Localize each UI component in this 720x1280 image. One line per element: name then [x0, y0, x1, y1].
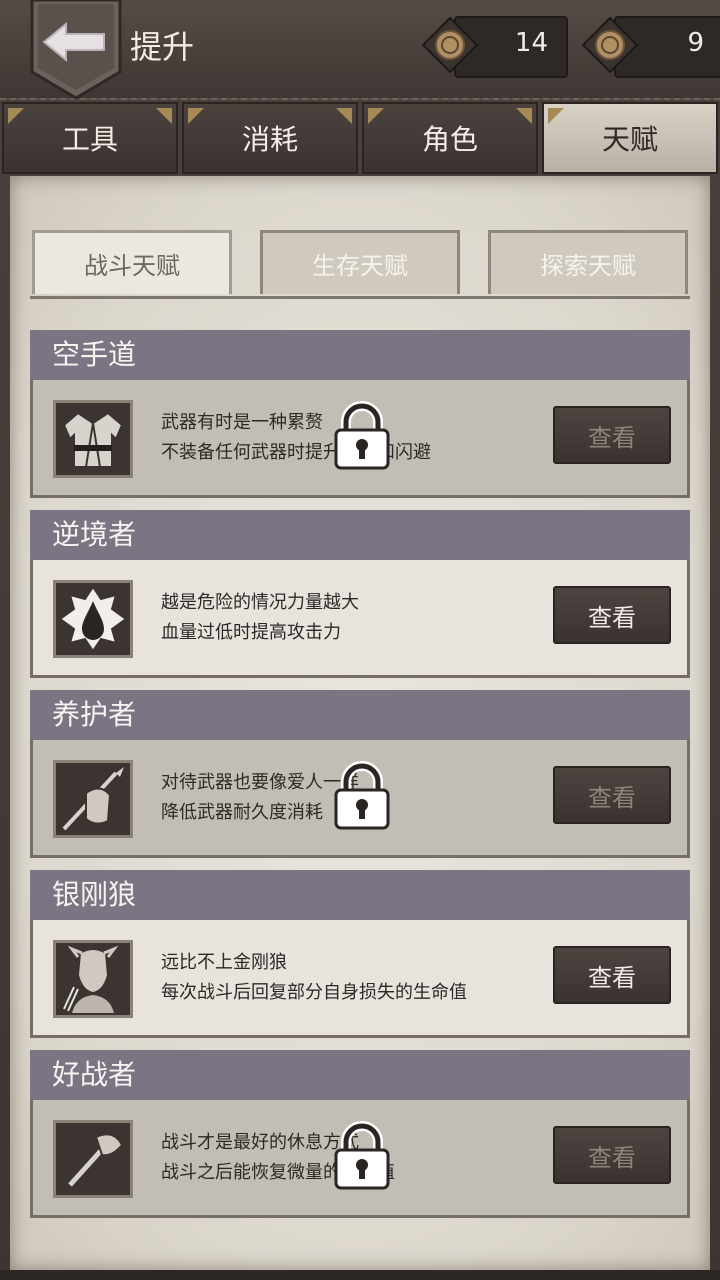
view-button[interactable]: 查看 — [553, 946, 671, 1004]
tab-tools[interactable]: 工具 — [2, 102, 178, 174]
view-button[interactable]: 查看 — [553, 406, 671, 464]
lock-icon — [334, 761, 390, 830]
talent-name: 养护者 — [30, 690, 690, 740]
corner-ornament — [156, 108, 172, 124]
talent-card: 空手道 武器有时是一种累赘 不装备任何武器时提升暴击和闪避 查看 — [30, 330, 690, 500]
currency-token-counter: 9 — [574, 16, 720, 78]
corner-ornament — [548, 108, 564, 124]
corner-ornament — [516, 108, 532, 124]
tab-label: 角色 — [421, 123, 478, 156]
lock-icon — [334, 1121, 390, 1190]
description-line: 每次战斗后回复部分自身损失的生命值 — [161, 982, 467, 1003]
coin-icon — [422, 17, 478, 73]
wolverine-icon — [53, 940, 133, 1018]
currency-coin-counter: 14 — [414, 16, 568, 78]
talent-card: 银刚狼 远比不上金刚狼 每次战斗后回复部分自身损失的生命值 查看 — [30, 870, 690, 1040]
corner-ornament — [8, 108, 24, 124]
page-title: 提升 — [130, 28, 195, 66]
back-button[interactable] — [30, 0, 122, 100]
subtab-exploration-talents[interactable]: 探索天赋 — [488, 230, 688, 294]
currency-value: 14 — [514, 28, 548, 58]
talent-body: 对待武器也要像爱人一样 降低武器耐久度消耗 查看 — [30, 740, 690, 858]
description-line: 远比不上金刚狼 — [161, 952, 287, 973]
talent-body: 越是危险的情况力量越大 血量过低时提高攻击力 查看 — [30, 560, 690, 678]
back-arrow-icon — [30, 0, 122, 100]
axe-icon — [53, 1120, 133, 1198]
tab-label: 工具 — [61, 123, 118, 156]
currency-value: 9 — [687, 28, 704, 58]
subtab-label: 探索天赋 — [540, 252, 636, 280]
talent-description: 对待武器也要像爱人一样 降低武器耐久度消耗 — [161, 768, 359, 828]
tab-character[interactable]: 角色 — [362, 102, 538, 174]
subtab-label: 生存天赋 — [312, 252, 408, 280]
corner-ornament — [368, 108, 384, 124]
talent-card: 逆境者 越是危险的情况力量越大 血量过低时提高攻击力 查看 — [30, 510, 690, 680]
corner-ornament — [336, 108, 352, 124]
talent-description: 越是危险的情况力量越大 血量过低时提高攻击力 — [161, 588, 359, 648]
view-button[interactable]: 查看 — [553, 766, 671, 824]
talent-category-tabs: 战斗天赋 生存天赋 探索天赋 — [30, 226, 690, 299]
karate-gi-icon — [53, 400, 133, 478]
lock-icon — [334, 401, 390, 470]
talent-name: 逆境者 — [30, 510, 690, 560]
description-line: 血量过低时提高攻击力 — [161, 622, 341, 643]
talent-body: 武器有时是一种累赘 不装备任何武器时提升暴击和闪避 查看 — [30, 380, 690, 498]
main-tabs: 工具 消耗 角色 天赋 — [0, 102, 720, 176]
tab-consumables[interactable]: 消耗 — [182, 102, 358, 174]
view-button[interactable]: 查看 — [553, 1126, 671, 1184]
talent-card: 好战者 战斗才是最好的休息方式 战斗之后能恢复微量的精神值 查看 — [30, 1050, 690, 1220]
corner-ornament — [188, 108, 204, 124]
talent-body: 战斗才是最好的休息方式 战斗之后能恢复微量的精神值 查看 — [30, 1100, 690, 1218]
bottom-border — [0, 1270, 720, 1280]
description-line: 越是危险的情况力量越大 — [161, 592, 359, 613]
talent-panel: 战斗天赋 生存天赋 探索天赋 空手道 武器有时是一种累赘 不装备任何武器时提升暴… — [10, 176, 710, 1270]
subtab-survival-talents[interactable]: 生存天赋 — [260, 230, 460, 294]
talent-name: 银刚狼 — [30, 870, 690, 920]
tab-label: 天赋 — [601, 123, 658, 156]
top-bar: 提升 14 9 — [0, 0, 720, 100]
blood-drop-icon — [53, 580, 133, 658]
talent-card: 养护者 对待武器也要像爱人一样 降低武器耐久度消耗 查看 — [30, 690, 690, 860]
tab-label: 消耗 — [241, 123, 298, 156]
subtab-combat-talents[interactable]: 战斗天赋 — [32, 230, 232, 294]
token-icon — [582, 17, 638, 73]
description-line: 降低武器耐久度消耗 — [161, 802, 323, 823]
subtab-label: 战斗天赋 — [84, 252, 180, 280]
talent-body: 远比不上金刚狼 每次战斗后回复部分自身损失的生命值 查看 — [30, 920, 690, 1038]
description-line: 对待武器也要像爱人一样 — [161, 772, 359, 793]
tab-talents[interactable]: 天赋 — [542, 102, 718, 174]
view-button[interactable]: 查看 — [553, 586, 671, 644]
talent-description: 远比不上金刚狼 每次战斗后回复部分自身损失的生命值 — [161, 948, 467, 1008]
talent-name: 空手道 — [30, 330, 690, 380]
talent-name: 好战者 — [30, 1050, 690, 1100]
spear-glove-icon — [53, 760, 133, 838]
